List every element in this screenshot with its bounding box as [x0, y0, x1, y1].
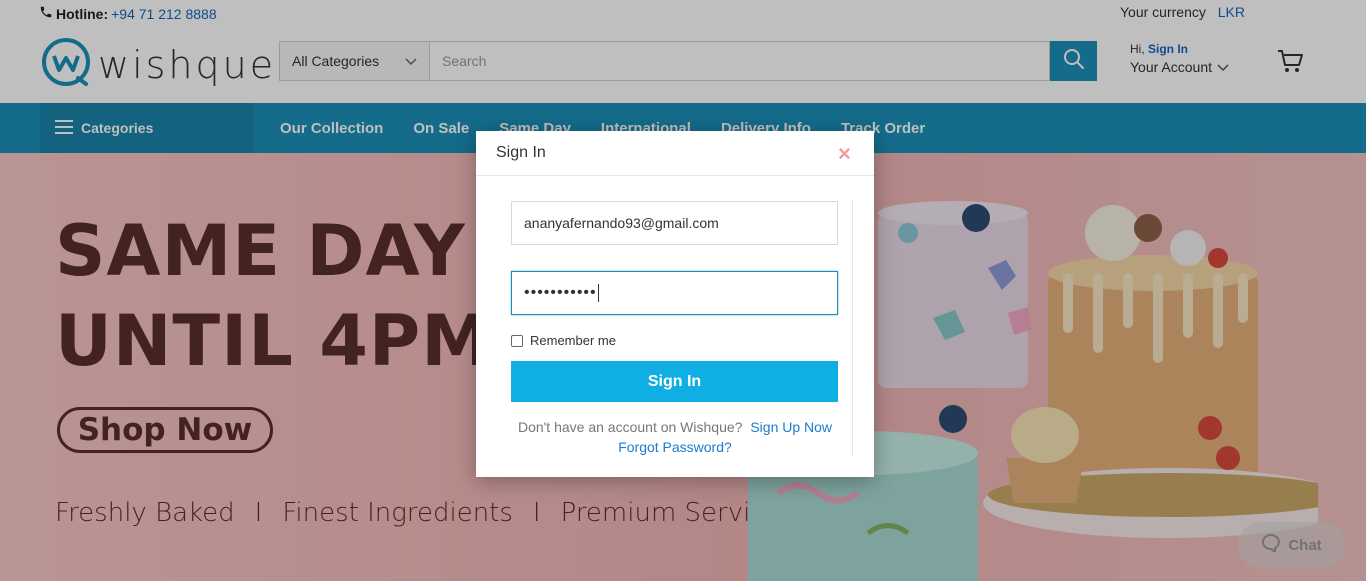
- remember-me[interactable]: Remember me: [511, 333, 616, 348]
- email-value: ananyafernando93@gmail.com: [524, 215, 719, 231]
- remember-me-checkbox[interactable]: [511, 334, 523, 347]
- text-caret: [597, 284, 599, 302]
- modal-body: ananyafernando93@gmail.com ••••••••••• R…: [476, 177, 874, 477]
- signup-prompt: Don't have an account on Wishque? Sign U…: [476, 419, 874, 435]
- signup-prompt-text: Don't have an account on Wishque?: [517, 419, 743, 435]
- signin-modal: Sign In × ananyafernando93@gmail.com •••…: [476, 131, 874, 477]
- modal-divider: [852, 201, 853, 456]
- forgot-password-link[interactable]: Forgot Password?: [476, 439, 874, 455]
- signup-link[interactable]: Sign Up Now: [750, 419, 832, 435]
- email-field[interactable]: ananyafernando93@gmail.com: [511, 201, 838, 245]
- password-value: •••••••••••: [524, 284, 597, 301]
- modal-title: Sign In: [496, 144, 546, 161]
- signin-button[interactable]: Sign In: [511, 361, 838, 402]
- close-icon[interactable]: ×: [838, 143, 851, 165]
- password-field[interactable]: •••••••••••: [511, 271, 838, 315]
- remember-me-label: Remember me: [530, 333, 616, 348]
- modal-header: Sign In ×: [476, 131, 874, 176]
